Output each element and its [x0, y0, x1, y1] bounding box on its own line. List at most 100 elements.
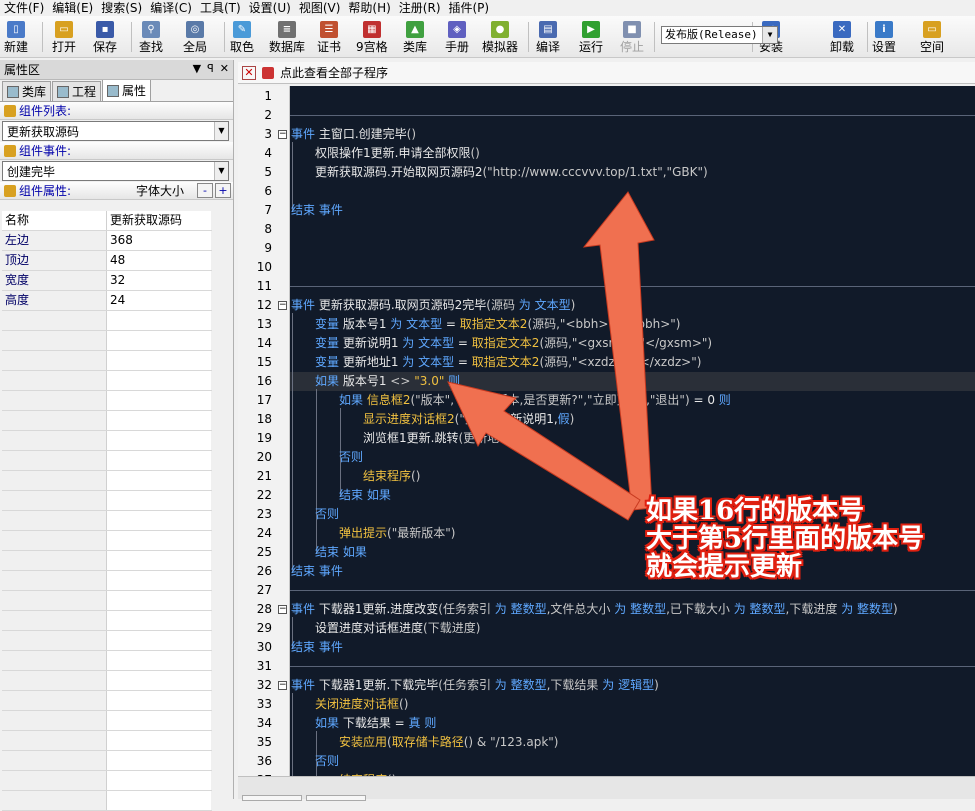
code-line[interactable]: 关闭进度对话框()	[315, 695, 408, 714]
chevron-down-icon[interactable]: ▼	[214, 122, 228, 140]
property-row[interactable]: 宽度 32	[2, 271, 212, 291]
code-line[interactable]: 结束 如果	[315, 543, 367, 562]
code-line[interactable]: 否则	[315, 505, 339, 524]
code-line[interactable]: 变量 更新地址1 为 文本型 = 取指定文本2(源码,"<xzdz>","</x…	[315, 353, 701, 372]
open-folder-icon: ▭	[55, 21, 73, 38]
toolbar-button[interactable]: ⚲ 查找	[139, 18, 163, 56]
toolbar-button-label: 模拟器	[482, 40, 519, 54]
code-line[interactable]: 如果 版本号1 <> "3.0" 则	[315, 372, 460, 391]
property-row-empty	[2, 551, 212, 571]
line-number: 35	[256, 735, 272, 749]
fold-toggle-icon[interactable]: −	[278, 681, 287, 690]
toolbar-button[interactable]: i 设置	[872, 18, 896, 56]
chevron-down-icon[interactable]: ▼	[762, 27, 777, 43]
code-line[interactable]: 安装应用(取存储卡路径() & "/123.apk")	[339, 733, 558, 752]
fold-toggle-icon[interactable]: −	[278, 130, 287, 139]
menu-item[interactable]: 帮助(H)	[344, 0, 394, 16]
bottom-tab[interactable]	[242, 795, 302, 801]
property-value[interactable]: 48	[107, 251, 211, 270]
tab-project[interactable]: 工程	[52, 81, 102, 101]
code-line[interactable]: 显示进度对话框2("更新",更新说明1,假)	[363, 410, 574, 429]
indent-guide	[292, 693, 293, 776]
toolbar-button[interactable]: ● 模拟器	[482, 18, 518, 56]
toolbar-button[interactable]: ☰ 证书	[317, 18, 341, 56]
toolbar-button[interactable]: ◈ 手册	[445, 18, 469, 56]
expand-button[interactable]: +	[215, 183, 231, 198]
toolbar-button[interactable]: ▭ 空间	[920, 18, 944, 56]
pin-icon[interactable]: ꟼ	[207, 62, 214, 75]
property-value	[107, 691, 211, 710]
code-line[interactable]: 结束 事件	[291, 638, 343, 657]
menu-item[interactable]: 文件(F)	[0, 0, 48, 16]
menu-item[interactable]: 注册(R)	[395, 0, 445, 16]
horizontal-scrollbar[interactable]	[238, 776, 975, 801]
panel-menu-icon[interactable]: ▼	[193, 62, 201, 75]
property-row[interactable]: 高度 24	[2, 291, 212, 311]
toolbar-button[interactable]: ◎ 全局	[183, 18, 207, 56]
toolbar-button[interactable]: ▯ 新建	[4, 18, 28, 56]
code-line[interactable]: 否则	[315, 752, 339, 771]
toolbar-button[interactable]: ▲ 类库	[403, 18, 427, 56]
code-line[interactable]: 如果 下载结果 = 真 则	[315, 714, 436, 733]
library-icon: ▲	[406, 21, 424, 38]
build-mode-select[interactable]: 发布版(Release) ▼	[661, 26, 778, 44]
toolbar-button[interactable]: ▤ 编译	[536, 18, 560, 56]
toolbar-button[interactable]: ✕ 卸载	[830, 18, 854, 56]
fold-toggle-icon[interactable]: −	[278, 301, 287, 310]
menu-item[interactable]: 编译(C)	[146, 0, 196, 16]
toolbar-button[interactable]: ▦ 9宫格	[356, 18, 388, 56]
property-row[interactable]: 名称 更新获取源码	[2, 211, 212, 231]
code-line[interactable]: 设置进度对话框进度(下载进度)	[315, 619, 480, 638]
property-value[interactable]: 368	[107, 231, 211, 250]
toolbar-button[interactable]: ■ 停止	[620, 18, 644, 56]
property-value[interactable]: 更新获取源码	[107, 211, 211, 230]
code-line[interactable]: 如果 信息框2("版本","发现新版本,是否更新?","立即更新","退出") …	[339, 391, 731, 410]
line-number: 32	[256, 678, 272, 692]
code-line[interactable]: 变量 版本号1 为 文本型 = 取指定文本2(源码,"<bbh>","</bbh…	[315, 315, 680, 334]
section-label: 组件属性:	[19, 184, 72, 198]
bottom-tab[interactable]	[306, 795, 366, 801]
property-row[interactable]: 左边 368	[2, 231, 212, 251]
tab-label: 类库	[22, 85, 47, 99]
toolbar-button[interactable]: ▶ 运行	[579, 18, 603, 56]
code-line[interactable]: 结束 事件	[291, 201, 343, 220]
code-line[interactable]: 事件 下载器1更新.下载完毕(任务索引 为 整数型,下载结果 为 逻辑型)	[291, 676, 659, 695]
code-line[interactable]: 更新获取源码.开始取网页源码2("http://www.cccvvv.top/1…	[315, 163, 708, 182]
code-line[interactable]: 事件 下载器1更新.进度改变(任务索引 为 整数型,文件总大小 为 整数型,已下…	[291, 600, 898, 619]
property-value[interactable]: 24	[107, 291, 211, 310]
code-line[interactable]: 事件 更新获取源码.取网页源码2完毕(源码 为 文本型)	[291, 296, 575, 315]
component-select[interactable]: 更新获取源码 ▼	[2, 121, 229, 141]
code-line[interactable]: 否则	[339, 448, 363, 467]
code-editor[interactable]: 1 2 3−4 5 6 7 8 9 10 11 12−13 14 15 16 17 18 19 20 21 22 23 2…	[238, 86, 975, 776]
property-row-empty	[2, 511, 212, 531]
toolbar-button[interactable]: ✎ 取色	[230, 18, 254, 56]
menu-item[interactable]: 搜索(S)	[97, 0, 146, 16]
subroutine-list-link[interactable]: 点此查看全部子程序	[280, 64, 388, 81]
toolbar-button[interactable]: ▪ 保存	[93, 18, 117, 56]
property-row[interactable]: 顶边 48	[2, 251, 212, 271]
menu-item[interactable]: 视图(V)	[295, 0, 345, 16]
code-line[interactable]: 弹出提示("最新版本")	[339, 524, 455, 543]
menu-item[interactable]: 插件(P)	[445, 0, 494, 16]
close-icon[interactable]: ✕	[220, 62, 229, 75]
tab-library[interactable]: 类库	[2, 81, 52, 101]
fold-toggle-icon[interactable]: −	[278, 605, 287, 614]
code-line[interactable]: 结束程序()	[363, 467, 420, 486]
menu-item[interactable]: 编辑(E)	[48, 0, 97, 16]
code-line[interactable]: 权限操作1更新.申请全部权限()	[315, 144, 480, 163]
code-line[interactable]: 事件 主窗口.创建完毕()	[291, 125, 416, 144]
menu-item[interactable]: 工具(T)	[196, 0, 245, 16]
code-line[interactable]: 结束 事件	[291, 562, 343, 581]
code-line[interactable]: 结束 如果	[339, 486, 391, 505]
close-icon[interactable]: ✕	[242, 65, 256, 80]
code-line[interactable]: 变量 更新说明1 为 文本型 = 取指定文本2(源码,"<gxsm>","</g…	[315, 334, 712, 353]
toolbar-button[interactable]: ▭ 打开	[52, 18, 76, 56]
code-line[interactable]: 浏览框1更新.跳转(更新地址1)	[363, 429, 523, 448]
property-value[interactable]: 32	[107, 271, 211, 290]
event-select[interactable]: 创建完毕 ▼	[2, 161, 229, 181]
chevron-down-icon[interactable]: ▼	[214, 162, 228, 180]
menu-item[interactable]: 设置(U)	[245, 0, 295, 16]
collapse-button[interactable]: -	[197, 183, 213, 198]
tab-properties[interactable]: 属性	[102, 79, 152, 101]
toolbar-button[interactable]: ≡ 数据库	[269, 18, 305, 56]
